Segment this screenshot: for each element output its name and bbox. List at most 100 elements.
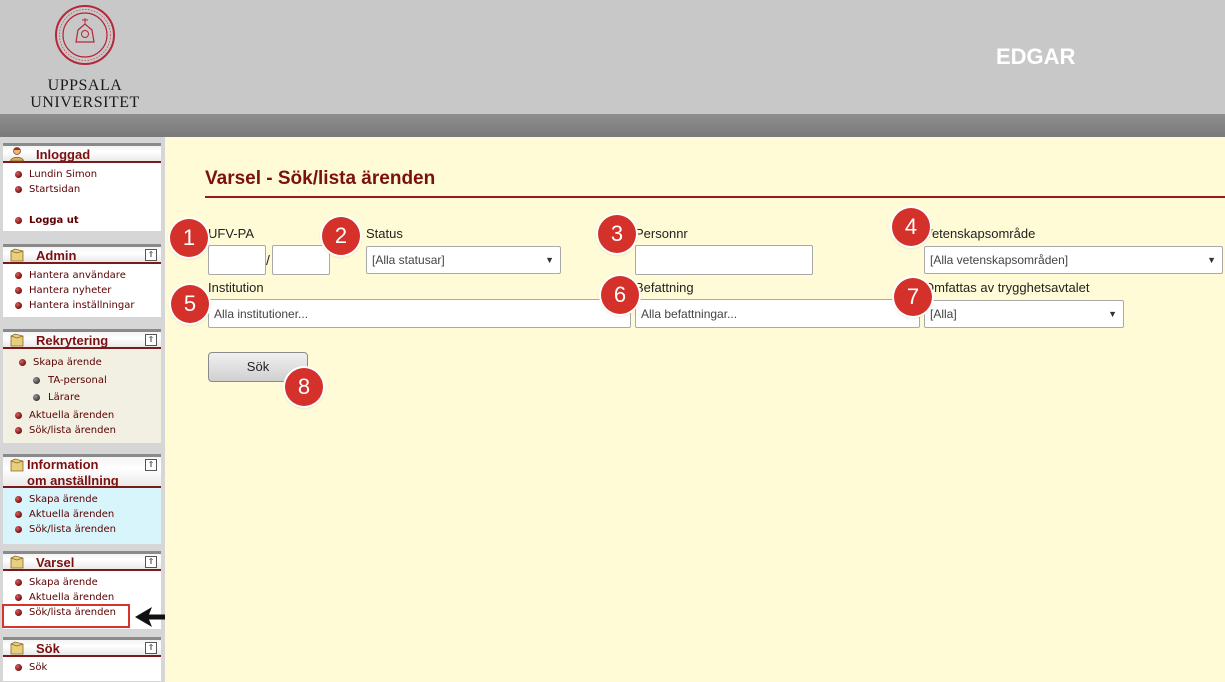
panel-header: Rekrytering ⇑ bbox=[3, 329, 161, 349]
nav-item-hantera-anvandare[interactable]: Hantera användare bbox=[3, 268, 161, 283]
collapse-icon[interactable]: ⇑ bbox=[145, 642, 157, 654]
bullet-icon bbox=[15, 664, 22, 671]
bullet-icon bbox=[15, 526, 22, 533]
annotation-badge-2: 2 bbox=[322, 217, 360, 255]
institution-label: Institution bbox=[208, 280, 264, 295]
annotation-badge-5: 5 bbox=[171, 285, 209, 323]
panel-header: Information om anställning ⇑ bbox=[3, 454, 161, 488]
highlight-box bbox=[2, 604, 130, 628]
bullet-icon bbox=[15, 496, 22, 503]
bullet-icon bbox=[19, 359, 26, 366]
status-label: Status bbox=[366, 226, 403, 241]
nav-item-skapa-arende[interactable]: Skapa ärende bbox=[3, 575, 161, 590]
bullet-icon bbox=[33, 394, 40, 401]
collapse-icon[interactable]: ⇑ bbox=[145, 249, 157, 261]
panel-body: Sök bbox=[3, 657, 161, 681]
bullet-icon bbox=[15, 427, 22, 434]
befattning-label: Befattning bbox=[635, 280, 694, 295]
panel-body: Hantera användare Hantera nyheter Hanter… bbox=[3, 264, 161, 317]
panel-body: Skapa ärende TA-personal Lärare Aktuella… bbox=[3, 349, 161, 443]
collapse-icon[interactable]: ⇑ bbox=[145, 556, 157, 568]
panel-title: Sök bbox=[36, 641, 60, 656]
panel-header: Inloggad bbox=[3, 143, 161, 163]
bullet-icon bbox=[15, 302, 22, 309]
page-title: Varsel - Sök/lista ärenden bbox=[205, 168, 436, 189]
university-seal-icon bbox=[55, 5, 115, 65]
panel-title: Admin bbox=[36, 248, 77, 263]
panel-header: Sök ⇑ bbox=[3, 637, 161, 657]
nav-item-lundin-simon[interactable]: Lundin Simon bbox=[3, 167, 161, 182]
nav-item-hantera-nyheter[interactable]: Hantera nyheter bbox=[3, 283, 161, 298]
user-icon bbox=[10, 147, 24, 162]
title-divider bbox=[205, 196, 1225, 198]
header-band bbox=[0, 114, 1225, 137]
app-title: EDGAR bbox=[996, 44, 1076, 69]
ufv-pa-part1-input[interactable] bbox=[208, 245, 266, 275]
folder-icon bbox=[10, 458, 24, 472]
vetenskapsomrade-select-value: [Alla vetenskapsområden] bbox=[930, 253, 1069, 267]
panel-title: Rekrytering bbox=[36, 333, 109, 348]
dropdown-arrow-icon: ▼ bbox=[1108, 309, 1117, 319]
nav-item-aktuella-arenden[interactable]: Aktuella ärenden bbox=[3, 507, 161, 522]
personnr-label: Personnr bbox=[635, 226, 688, 241]
vetenskapsomrade-select[interactable]: [Alla vetenskapsområden] ▼ bbox=[924, 246, 1223, 274]
panel-rekrytering: Rekrytering ⇑ Skapa ärende TA-personal L… bbox=[3, 329, 161, 443]
logo-text: UPPSALA UNIVERSITET bbox=[28, 77, 142, 111]
nav-item-ta-personal[interactable]: TA-personal bbox=[3, 373, 161, 388]
bullet-icon bbox=[15, 287, 22, 294]
befattning-input[interactable]: Alla befattningar... bbox=[635, 299, 920, 328]
nav-item-logga-ut[interactable]: Logga ut bbox=[3, 213, 161, 228]
bullet-icon bbox=[15, 171, 22, 178]
panel-body: Skapa ärende Aktuella ärenden Sök/lista … bbox=[3, 488, 161, 544]
annotation-badge-4: 4 bbox=[892, 208, 930, 246]
panel-sok: Sök ⇑ Sök bbox=[3, 637, 161, 681]
folder-icon bbox=[10, 333, 24, 347]
nav-item-aktuella-arenden[interactable]: Aktuella ärenden bbox=[3, 408, 161, 423]
nav-item-sok-lista-arenden[interactable]: Sök/lista ärenden bbox=[3, 522, 161, 537]
bullet-icon bbox=[15, 412, 22, 419]
trygghetsavtalet-select[interactable]: [Alla] ▼ bbox=[924, 300, 1124, 328]
nav-item-sok[interactable]: Sök bbox=[3, 660, 161, 675]
status-select-value: [Alla statusar] bbox=[372, 253, 445, 267]
annotation-badge-6: 6 bbox=[601, 276, 639, 314]
trygghetsavtalet-select-value: [Alla] bbox=[930, 307, 957, 321]
nav-item-larare[interactable]: Lärare bbox=[3, 390, 161, 405]
bullet-icon bbox=[15, 594, 22, 601]
nav-item-skapa-arende[interactable]: Skapa ärende bbox=[3, 492, 161, 507]
collapse-icon[interactable]: ⇑ bbox=[145, 459, 157, 471]
annotation-badge-8: 8 bbox=[285, 368, 323, 406]
university-logo[interactable]: UPPSALA UNIVERSITET bbox=[28, 4, 142, 111]
folder-icon bbox=[10, 555, 24, 569]
panel-title: Information om anställning bbox=[27, 457, 119, 488]
bullet-icon bbox=[15, 186, 22, 193]
panel-title: Inloggad bbox=[36, 147, 91, 162]
bullet-icon bbox=[33, 377, 40, 384]
panel-header: Varsel ⇑ bbox=[3, 551, 161, 571]
ufv-pa-label: UFV-PA bbox=[208, 226, 254, 241]
nav-item-skapa-arende[interactable]: Skapa ärende bbox=[3, 355, 161, 370]
folder-icon bbox=[10, 248, 24, 262]
folder-icon bbox=[10, 641, 24, 655]
nav-item-startsidan[interactable]: Startsidan bbox=[3, 182, 161, 197]
bullet-icon bbox=[15, 217, 22, 224]
ufv-pa-separator: / bbox=[266, 252, 270, 268]
panel-title: Varsel bbox=[36, 555, 75, 570]
panel-header: Admin ⇑ bbox=[3, 244, 161, 264]
annotation-badge-7: 7 bbox=[894, 278, 932, 316]
nav-item-aktuella-arenden[interactable]: Aktuella ärenden bbox=[3, 590, 161, 605]
status-select[interactable]: [Alla statusar] ▼ bbox=[366, 246, 561, 274]
institution-input[interactable]: Alla institutioner... bbox=[208, 299, 631, 328]
panel-inloggad: Inloggad Lundin Simon Startsidan Logga u… bbox=[3, 143, 161, 231]
dropdown-arrow-icon: ▼ bbox=[545, 255, 554, 265]
vetenskapsomrade-label: Vetenskapsområde bbox=[924, 226, 1036, 241]
nav-item-hantera-installningar[interactable]: Hantera inställningar bbox=[3, 298, 161, 313]
trygghetsavtalet-label: Omfattas av trygghetsavtalet bbox=[924, 280, 1090, 295]
collapse-icon[interactable]: ⇑ bbox=[145, 334, 157, 346]
bullet-icon bbox=[15, 511, 22, 518]
panel-information-om-anstallning: Information om anställning ⇑ Skapa ärende… bbox=[3, 454, 161, 544]
ufv-pa-part2-input[interactable] bbox=[272, 245, 330, 275]
annotation-badge-3: 3 bbox=[598, 215, 636, 253]
panel-admin: Admin ⇑ Hantera användare Hantera nyhete… bbox=[3, 244, 161, 317]
personnr-input[interactable] bbox=[635, 245, 813, 275]
nav-item-sok-lista-arenden[interactable]: Sök/lista ärenden bbox=[3, 423, 161, 438]
